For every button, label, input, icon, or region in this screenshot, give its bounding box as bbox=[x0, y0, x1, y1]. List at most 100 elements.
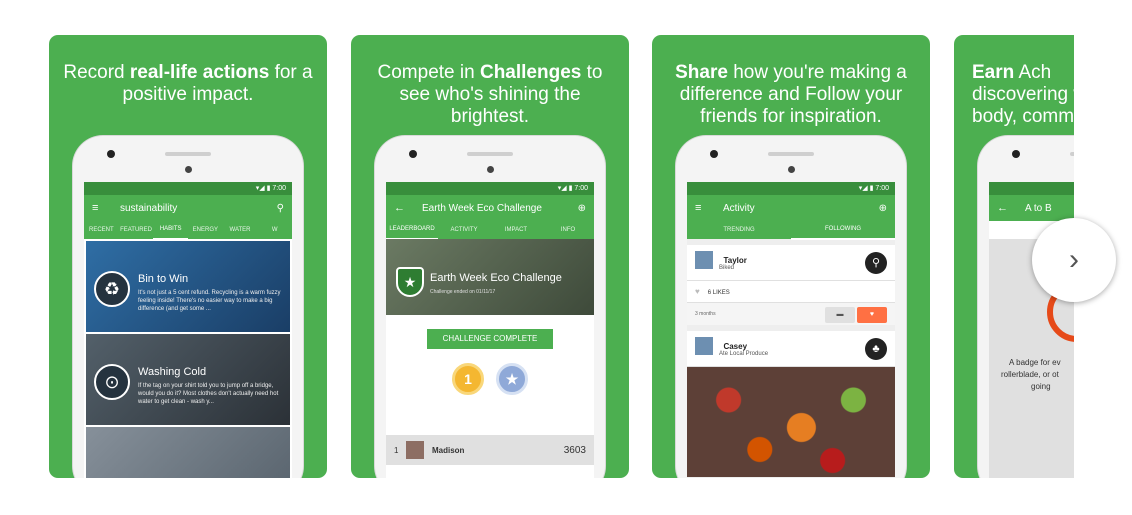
badge-text-line: going bbox=[1031, 382, 1051, 391]
badge-text-line: A badge for ev bbox=[1009, 358, 1061, 367]
search-icon[interactable]: ⚲ bbox=[277, 203, 284, 214]
tab-water[interactable]: WATER bbox=[223, 221, 258, 239]
screenshot-card-2[interactable]: Compete in Challenges to see who's shini… bbox=[351, 35, 629, 478]
challenge-title: Earth Week Eco Challenge bbox=[430, 272, 562, 284]
status-time: 7:00 bbox=[574, 185, 588, 192]
likes-row: ♥ 6 LIKES bbox=[687, 281, 895, 303]
chevron-right-icon: › bbox=[1069, 243, 1079, 276]
app-bar: ← Earth Week Eco Challenge ⊕ bbox=[386, 195, 594, 221]
avatar bbox=[695, 337, 713, 355]
caption-bold-text: real-life actions bbox=[129, 62, 270, 83]
medal-number: 1 bbox=[464, 371, 472, 387]
habit-description: If the tag on your shirt told you to jum… bbox=[138, 383, 279, 405]
carousel-next-button[interactable]: › bbox=[1032, 218, 1116, 302]
phone-mockup: ▾◢ ▮ 7:00 ≡ Activity ⊕ TRENDING FOLLOWIN… bbox=[676, 136, 906, 478]
recycle-icon: ♻ bbox=[94, 271, 130, 307]
produce-icon: ♣ bbox=[865, 338, 887, 360]
washing-machine-icon: ⊙ bbox=[94, 364, 130, 400]
card-caption: Compete in Challenges to see who's shini… bbox=[361, 62, 619, 128]
produce-photo bbox=[687, 367, 895, 477]
comment-icon[interactable]: ▬ bbox=[825, 307, 855, 323]
bike-icon: ⚲ bbox=[865, 252, 887, 274]
status-time: 7:00 bbox=[875, 185, 889, 192]
tab-energy[interactable]: ENERGY bbox=[188, 221, 223, 239]
speaker-grille bbox=[165, 152, 211, 156]
caption-bold-text: Share bbox=[675, 62, 728, 83]
tab-recent[interactable]: RECENT bbox=[84, 221, 119, 239]
app-bar-title: Activity bbox=[723, 202, 755, 214]
tab-info[interactable]: INFO bbox=[542, 221, 594, 239]
camera-icon bbox=[409, 150, 417, 158]
add-person-icon[interactable]: ⊕ bbox=[578, 203, 586, 214]
menu-icon[interactable]: ≡ bbox=[92, 202, 106, 214]
leader-points: 3603 bbox=[563, 444, 586, 456]
heart-icon[interactable]: ♥ bbox=[695, 287, 700, 296]
tab-more[interactable]: W bbox=[257, 221, 292, 239]
tab-featured[interactable]: FEATURED bbox=[119, 221, 154, 239]
gold-medal-icon: 1 bbox=[452, 363, 484, 395]
speaker-grille bbox=[768, 152, 814, 156]
back-arrow-icon[interactable]: ← bbox=[394, 202, 408, 214]
phone-mockup: ▾◢ ▮ 7:00 ← Earth Week Eco Challenge ⊕ L… bbox=[375, 136, 605, 478]
sensor-dot bbox=[487, 166, 494, 173]
leaderboard-row[interactable]: 1 Madison 3603 bbox=[386, 435, 594, 465]
sensor-dot bbox=[788, 166, 795, 173]
tab-activity[interactable]: ACTIVITY bbox=[438, 221, 490, 239]
caption-text: discovering w bbox=[972, 84, 1074, 105]
feed-item[interactable]: Taylor Biked ⚲ bbox=[687, 245, 895, 281]
phone-screen: ▾◢ ▮ 7:00 ← Earth Week Eco Challenge ⊕ L… bbox=[386, 182, 594, 478]
status-time: 7:00 bbox=[272, 185, 286, 192]
avatar bbox=[695, 251, 713, 269]
tab-habits[interactable]: HABITS bbox=[153, 220, 189, 240]
menu-icon[interactable]: ≡ bbox=[695, 202, 709, 214]
likes-count: 6 LIKES bbox=[707, 290, 730, 296]
camera-icon bbox=[710, 150, 718, 158]
like-heart-icon[interactable]: ♥ bbox=[857, 307, 887, 323]
add-person-icon[interactable]: ⊕ bbox=[879, 203, 887, 214]
app-bar-title: Earth Week Eco Challenge bbox=[422, 202, 542, 214]
tab-bar: LEADERBOARD ACTIVITY IMPACT INFO bbox=[386, 220, 594, 240]
badge-text-line: rollerblade, or ot bbox=[1001, 370, 1059, 379]
avatar bbox=[406, 441, 424, 459]
speaker-grille bbox=[1070, 152, 1074, 156]
feed-user-name: Casey bbox=[723, 341, 748, 351]
caption-text: body, comm bbox=[972, 106, 1074, 127]
challenge-complete-ribbon: CHALLENGE COMPLETE bbox=[427, 329, 553, 349]
challenge-hero: ★ Earth Week Eco Challenge Challenge end… bbox=[386, 239, 594, 315]
back-arrow-icon[interactable]: ← bbox=[997, 202, 1011, 214]
habit-card[interactable]: ♻ Bin to Win It's not just a 5 cent refu… bbox=[86, 241, 290, 332]
feed-action: Biked bbox=[719, 265, 735, 271]
app-bar: ≡ Activity ⊕ bbox=[687, 195, 895, 221]
habit-card[interactable] bbox=[86, 427, 290, 478]
status-bar: ▾◢ ▮ 7:00 bbox=[84, 182, 292, 195]
camera-icon bbox=[1012, 150, 1020, 158]
caption-bold-text: Challenges bbox=[479, 62, 582, 83]
speaker-grille bbox=[467, 152, 513, 156]
card-caption: Record real-life actions for a positive … bbox=[59, 62, 317, 106]
time-ago: 3 months bbox=[695, 311, 716, 317]
app-bar: ← A to B bbox=[989, 195, 1074, 221]
tab-leaderboard[interactable]: LEADERBOARD bbox=[386, 220, 438, 240]
feed-item[interactable]: Casey Ate Local Produce ♣ bbox=[687, 331, 895, 367]
caption-text: Compete in bbox=[377, 62, 480, 83]
screenshot-card-1[interactable]: Record real-life actions for a positive … bbox=[49, 35, 327, 478]
phone-mockup: ← A to B A badge for ev rollerblade, or … bbox=[978, 136, 1074, 478]
medals-row: 1 ★ bbox=[386, 363, 594, 395]
tab-impact[interactable]: IMPACT bbox=[490, 221, 542, 239]
habit-card[interactable]: ⊙ Washing Cold If the tag on your shirt … bbox=[86, 334, 290, 425]
screenshot-card-3[interactable]: Share how you're making a difference and… bbox=[652, 35, 930, 478]
status-bar bbox=[989, 182, 1074, 195]
sensor-dot bbox=[185, 166, 192, 173]
app-bar: ≡ sustainability ⚲ bbox=[84, 195, 292, 221]
tab-bar: RECENT FEATURED HABITS ENERGY WATER W bbox=[84, 220, 292, 240]
timestamp-row: 3 months ▬ ♥ bbox=[687, 303, 895, 325]
feed-action: Ate Local Produce bbox=[719, 351, 769, 357]
star-medal-icon: ★ bbox=[496, 363, 528, 395]
habit-description: It's not just a 5 cent refund. Recycling… bbox=[138, 290, 281, 312]
phone-screen: ▾◢ ▮ 7:00 ≡ sustainability ⚲ RECENT FEAT… bbox=[84, 182, 292, 478]
star-shield-icon: ★ bbox=[396, 267, 424, 297]
tab-trending[interactable]: TRENDING bbox=[687, 221, 791, 239]
phone-screen: ▾◢ ▮ 7:00 ≡ Activity ⊕ TRENDING FOLLOWIN… bbox=[687, 182, 895, 478]
tab-following[interactable]: FOLLOWING bbox=[791, 220, 895, 240]
card-caption: Share how you're making a difference and… bbox=[662, 62, 920, 128]
